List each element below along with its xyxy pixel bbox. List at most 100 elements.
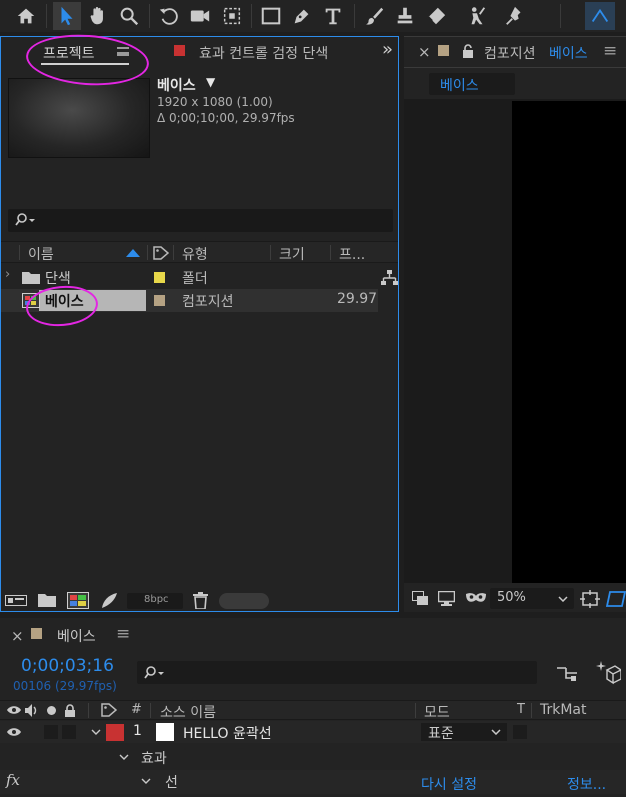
solid-thumbnail: [156, 723, 174, 741]
always-preview-icon[interactable]: [412, 591, 429, 606]
column-frame-rate[interactable]: 프...: [339, 244, 365, 264]
item-type: 컴포지션: [182, 294, 234, 310]
search-input[interactable]: [8, 209, 393, 232]
reset-link[interactable]: 다시 설정: [421, 774, 477, 794]
panel-menu-icon[interactable]: ≡: [116, 624, 130, 644]
pan-behind-tool-icon[interactable]: [218, 2, 246, 30]
dependencies-icon[interactable]: [100, 592, 118, 609]
list-item[interactable]: › 단색 폴더: [1, 266, 378, 288]
preserve-transparency-switch[interactable]: [513, 725, 527, 739]
pen-tool-icon[interactable]: [288, 2, 316, 30]
selection-tool-icon[interactable]: [53, 2, 81, 30]
roto-brush-tool-icon[interactable]: [463, 2, 491, 30]
expand-chevron-icon[interactable]: [119, 754, 129, 761]
lock-switch[interactable]: [62, 725, 76, 739]
flowchart-icon[interactable]: [381, 270, 398, 286]
layer-column-header: # 소스 이름 모드 T TrkMat: [0, 700, 626, 722]
video-visibility-icon[interactable]: [7, 727, 21, 737]
preview-dropdown-icon[interactable]: ▼: [206, 75, 215, 89]
about-link[interactable]: 정보...: [567, 774, 606, 794]
comp-tab-prefix[interactable]: 컴포지션: [484, 43, 536, 63]
composition-flowchart-icon[interactable]: [556, 664, 578, 682]
expand-chevron-icon[interactable]: [91, 729, 101, 736]
horizontal-scrollbar[interactable]: [219, 593, 269, 609]
comp-breadcrumb[interactable]: 베이스: [429, 73, 515, 95]
rectangle-tool-icon[interactable]: [257, 2, 285, 30]
camera-tool-icon[interactable]: [186, 2, 214, 30]
draft-3d-icon[interactable]: [595, 661, 621, 685]
column-name[interactable]: 이름: [28, 244, 54, 264]
video-visibility-icon[interactable]: [7, 705, 21, 715]
rotate-tool-icon[interactable]: [155, 2, 183, 30]
new-composition-icon[interactable]: [67, 592, 89, 609]
label-tag-icon[interactable]: [101, 703, 117, 717]
column-trkmat[interactable]: TrkMat: [540, 702, 587, 718]
comp-tab-name[interactable]: 베이스: [549, 43, 588, 63]
solo-switch[interactable]: [44, 725, 58, 739]
type-tool-icon[interactable]: [319, 2, 347, 30]
effects-group-label[interactable]: 효과: [141, 748, 167, 768]
solo-icon[interactable]: [47, 706, 56, 715]
chevron-down-icon: [491, 729, 501, 735]
layer-name[interactable]: HELLO 윤곽선: [183, 723, 272, 743]
column-header: 이름 유형 크기 프...: [1, 241, 398, 263]
lock-icon[interactable]: [462, 44, 474, 58]
eraser-tool-icon[interactable]: [422, 2, 450, 30]
composition-label-swatch[interactable]: [154, 295, 165, 306]
zoom-value: 50%: [497, 590, 526, 605]
layer-search-input[interactable]: [137, 661, 537, 684]
column-source-name[interactable]: 소스 이름: [160, 702, 216, 722]
preview-name[interactable]: 베이스: [157, 75, 196, 95]
search-icon: [144, 666, 164, 679]
column-mode[interactable]: 모드: [424, 702, 450, 722]
bit-depth-button[interactable]: 8bpc: [144, 594, 169, 605]
breadcrumb-label: 베이스: [440, 78, 479, 94]
comp-canvas[interactable]: [512, 101, 626, 583]
column-size[interactable]: 크기: [279, 244, 305, 264]
new-folder-icon[interactable]: [38, 593, 56, 607]
composition-label-swatch: [31, 628, 42, 639]
lock-icon[interactable]: [64, 704, 76, 717]
fx-icon[interactable]: fx: [6, 771, 20, 789]
sort-ascending-icon[interactable]: [126, 249, 140, 257]
expand-arrow-icon[interactable]: ›: [5, 267, 10, 282]
expand-chevron-icon[interactable]: [141, 778, 151, 785]
trash-icon[interactable]: [193, 592, 208, 609]
column-t[interactable]: T: [517, 702, 525, 717]
blend-mode-select[interactable]: 표준: [421, 723, 507, 742]
folder-label-swatch[interactable]: [154, 272, 165, 283]
viewer-area[interactable]: [404, 99, 626, 583]
effect-name[interactable]: 선: [165, 772, 178, 792]
toggle-transparency-grid-icon[interactable]: [606, 590, 626, 608]
mask-visibility-icon[interactable]: [465, 592, 487, 605]
search-icon: [15, 213, 35, 226]
puppet-pin-tool-icon[interactable]: [501, 2, 529, 30]
close-icon[interactable]: ×: [11, 627, 24, 645]
interpret-footage-icon[interactable]: [5, 593, 27, 608]
workspace-icon[interactable]: [585, 2, 615, 30]
item-frame-rate: 29.97: [337, 291, 378, 307]
clone-stamp-tool-icon[interactable]: [391, 2, 419, 30]
thumbnail-preview: [8, 78, 150, 158]
brush-tool-icon[interactable]: [360, 2, 388, 30]
tab-effect-controls[interactable]: 효과 컨트롤 검정 단색: [199, 43, 328, 63]
zoom-select[interactable]: 50%: [490, 588, 574, 609]
hand-tool-icon[interactable]: [84, 2, 112, 30]
close-icon[interactable]: ×: [418, 43, 431, 61]
home-icon[interactable]: [12, 2, 40, 30]
monitor-icon[interactable]: [438, 591, 455, 606]
audio-icon[interactable]: [25, 704, 39, 717]
zoom-tool-icon[interactable]: [115, 2, 143, 30]
timeline-panel: × 베이스 ≡ 0;00;03;16 00106 (29.97fps) # 소스…: [0, 618, 626, 797]
timeline-tab-name[interactable]: 베이스: [57, 626, 96, 646]
current-time-display[interactable]: 0;00;03;16: [21, 656, 114, 676]
panel-overflow-icon[interactable]: »: [382, 39, 393, 60]
label-tag-icon[interactable]: [153, 246, 169, 260]
panel-menu-icon[interactable]: ≡: [603, 41, 617, 61]
layer-label-color[interactable]: [106, 724, 124, 741]
effect-row[interactable]: fx 선 다시 설정 정보...: [0, 770, 626, 794]
region-of-interest-icon[interactable]: [580, 590, 600, 608]
layer-row[interactable]: 1 HELLO 윤곽선 표준: [0, 721, 626, 743]
column-type[interactable]: 유형: [182, 244, 208, 264]
column-number[interactable]: #: [131, 702, 142, 717]
